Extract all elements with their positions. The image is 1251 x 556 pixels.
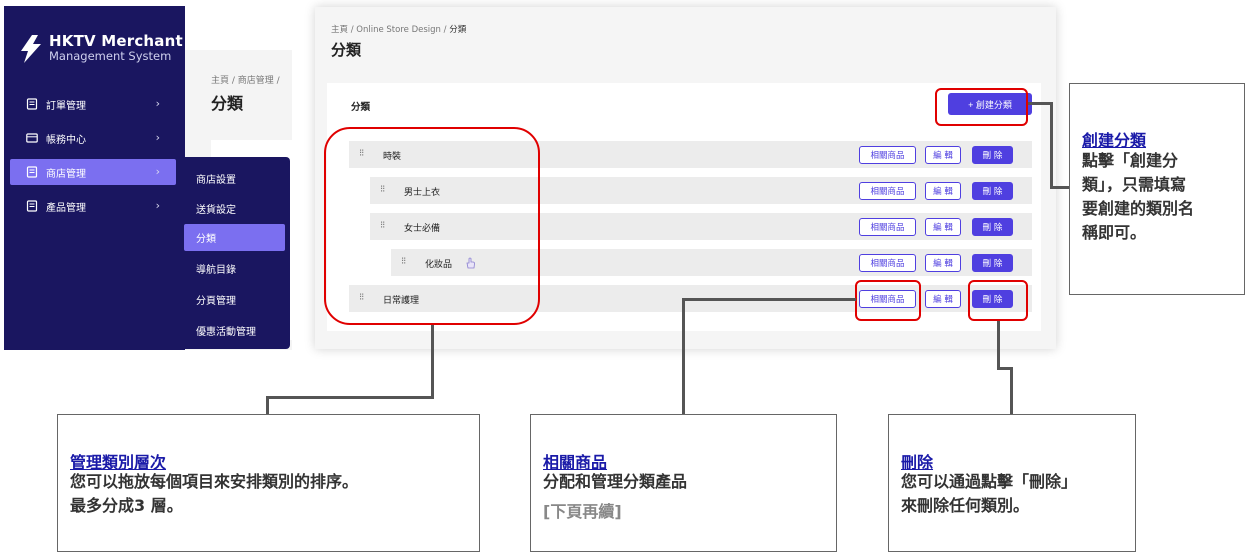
- submenu-item-promotions[interactable]: 優惠活動管理: [184, 317, 285, 344]
- connector-line: [682, 298, 685, 414]
- page-title: 分類: [331, 41, 362, 59]
- hktv-logo-icon: [21, 35, 41, 63]
- chevron-right-icon: ›: [155, 131, 160, 144]
- edit-button[interactable]: 編 輯: [925, 182, 961, 200]
- breadcrumb: 主頁 / Online Store Design / 分類: [331, 25, 467, 35]
- clipboard-icon: [26, 200, 38, 212]
- connector-line: [266, 396, 434, 399]
- delete-button[interactable]: 刪 除: [972, 146, 1013, 164]
- delete-button[interactable]: 刪 除: [972, 254, 1013, 272]
- submenu-item-pages[interactable]: 分頁管理: [184, 286, 285, 313]
- edit-button[interactable]: 編 輯: [925, 146, 961, 164]
- callout-delete: 刪除 您可以通過點擊「刪除」 來刪除任何類別。: [888, 414, 1136, 552]
- callout-text: 分配和管理分類產品: [543, 472, 688, 491]
- sidebar-item-label: 帳務中心: [46, 134, 86, 146]
- connector-line: [1010, 367, 1013, 414]
- submenu-item-shipping[interactable]: 送貨設定: [184, 195, 285, 222]
- sidebar-item-label: 訂單管理: [46, 100, 86, 112]
- logo-subtitle: Management System: [49, 49, 172, 63]
- clipboard-icon: [26, 166, 38, 178]
- connector-line: [997, 321, 1000, 369]
- related-products-button[interactable]: 相關商品: [859, 182, 916, 200]
- chevron-right-icon: ›: [155, 199, 160, 212]
- callout-text: 您可以拖放每個項目來安排類別的排序。: [70, 472, 359, 491]
- submenu-item-categories[interactable]: 分類: [184, 224, 285, 251]
- logo-title: HKTV Merchant: [49, 32, 183, 50]
- callout-text: 最多分成3 層。: [70, 496, 183, 515]
- connector-line: [266, 396, 269, 414]
- breadcrumb-online-store-design[interactable]: Online Store Design: [356, 25, 441, 35]
- sidebar: HKTV Merchant Management System 訂單管理 › 帳…: [4, 6, 185, 350]
- callout-text: 要創建的類別名: [1082, 199, 1195, 218]
- card-title: 分類: [351, 102, 371, 113]
- card-icon: [26, 133, 38, 143]
- page-title: 分類: [211, 94, 244, 113]
- edit-button[interactable]: 編 輯: [925, 290, 961, 308]
- callout-text: 類」，只需填寫: [1082, 175, 1187, 194]
- submenu-item-navigation[interactable]: 導航目錄: [184, 255, 285, 282]
- sidebar-item-products[interactable]: 產品管理 ›: [10, 193, 176, 219]
- delete-button[interactable]: 刪 除: [972, 182, 1013, 200]
- breadcrumb-current: 分類: [449, 25, 467, 35]
- chevron-right-icon: ›: [155, 165, 160, 178]
- connector-line: [431, 325, 434, 398]
- callout-text: 稱即可。: [1082, 223, 1147, 242]
- clipboard-icon: [26, 98, 38, 110]
- related-products-button[interactable]: 相關商品: [859, 254, 916, 272]
- callout-text: 您可以通過點擊「刪除」: [901, 472, 1078, 491]
- continued-note: [下頁再續]: [543, 502, 622, 521]
- callout-text: 來刪除任何類別。: [901, 496, 1030, 515]
- related-products-button[interactable]: 相關商品: [859, 218, 916, 236]
- breadcrumb-home[interactable]: 主頁: [331, 25, 348, 35]
- create-button-highlight: [935, 88, 1028, 126]
- callout-manage-hierarchy: 管理類別層次 您可以拖放每個項目來安排類別的排序。 最多分成3 層。: [57, 414, 480, 552]
- callout-title: 創建分類: [1082, 131, 1147, 150]
- tutorial-slide: HKTV Merchant Management System 訂單管理 › 帳…: [0, 0, 1251, 556]
- connector-line: [1028, 102, 1052, 105]
- related-button-highlight: [855, 280, 921, 321]
- edit-button[interactable]: 編 輯: [925, 218, 961, 236]
- chevron-right-icon: ›: [155, 97, 160, 110]
- delete-button-highlight: [968, 280, 1028, 321]
- delete-button[interactable]: 刪 除: [972, 218, 1013, 236]
- breadcrumb: 主頁 / 商店管理 /: [211, 76, 280, 86]
- related-products-button[interactable]: 相關商品: [859, 146, 916, 164]
- callout-text: 點擊「創建分: [1082, 151, 1179, 170]
- submenu-item-store-settings[interactable]: 商店設置: [184, 165, 285, 192]
- edit-button[interactable]: 編 輯: [925, 254, 961, 272]
- callout-create-category: 創建分類 點擊「創建分 類」，只需填寫 要創建的類別名 稱即可。: [1069, 83, 1245, 295]
- callout-related-products: 相關商品 分配和管理分類產品 [下頁再續]: [530, 414, 837, 552]
- sidebar-item-label: 商店管理: [46, 168, 86, 180]
- logo: HKTV Merchant Management System: [18, 32, 188, 68]
- sidebar-item-label: 產品管理: [46, 202, 86, 214]
- hierarchy-highlight: [324, 127, 540, 325]
- sidebar-item-billing[interactable]: 帳務中心 ›: [10, 125, 176, 151]
- sidebar-item-orders[interactable]: 訂單管理 ›: [10, 91, 176, 117]
- connector-line: [682, 298, 856, 301]
- store-submenu: 商店設置 送貨設定 分類 導航目錄 分頁管理 優惠活動管理: [180, 157, 290, 349]
- connector-line: [1050, 102, 1053, 188]
- connector-line: [1050, 186, 1070, 189]
- sidebar-item-store[interactable]: 商店管理 ›: [10, 159, 176, 185]
